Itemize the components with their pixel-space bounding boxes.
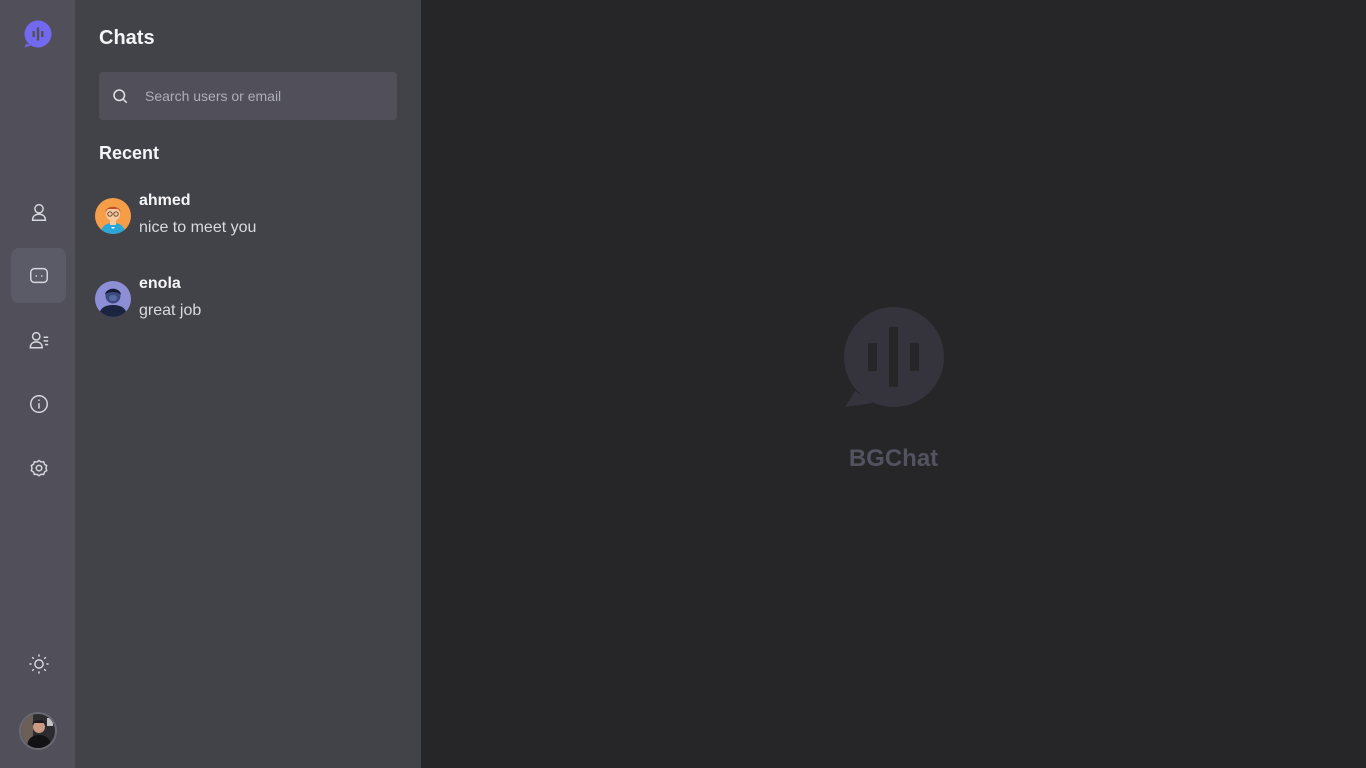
search-input[interactable] xyxy=(145,88,375,104)
panel-title: Chats xyxy=(99,27,155,49)
nav-info-button[interactable] xyxy=(11,376,66,431)
chat-list-item-ahmed[interactable]: ahmed nice to meet you xyxy=(75,186,421,260)
recent-heading: Recent xyxy=(99,143,160,163)
nav-profile-button[interactable] xyxy=(11,184,66,239)
welcome-area: BGChat xyxy=(421,0,1366,768)
contacts-icon xyxy=(29,331,48,349)
search-icon xyxy=(113,89,128,104)
brand-name: BGChat xyxy=(848,445,939,472)
info-icon xyxy=(29,394,48,413)
nav-settings-button[interactable] xyxy=(11,440,66,495)
welcome-logo-icon xyxy=(843,307,945,409)
contact-avatar xyxy=(95,198,131,234)
chats-panel: Chats Recent ahmed nice to meet you xyxy=(75,0,421,768)
search-box[interactable] xyxy=(99,72,397,120)
nav-rail xyxy=(0,0,75,768)
profile-icon xyxy=(31,203,46,221)
chat-last-message: great job xyxy=(139,302,202,319)
chat-contact-name: enola xyxy=(139,275,181,292)
chats-icon xyxy=(29,267,48,283)
theme-toggle-button[interactable] xyxy=(11,636,66,691)
user-avatar[interactable] xyxy=(19,712,57,750)
sun-icon xyxy=(28,653,49,674)
contact-avatar xyxy=(95,281,131,317)
chat-list-item-enola[interactable]: enola great job xyxy=(75,269,421,343)
chat-contact-name: ahmed xyxy=(139,192,191,209)
nav-chats-button[interactable] xyxy=(11,248,66,303)
app-logo-icon[interactable] xyxy=(24,20,52,48)
chat-last-message: nice to meet you xyxy=(139,219,257,236)
nav-contacts-button[interactable] xyxy=(11,312,66,367)
settings-icon xyxy=(29,459,48,477)
